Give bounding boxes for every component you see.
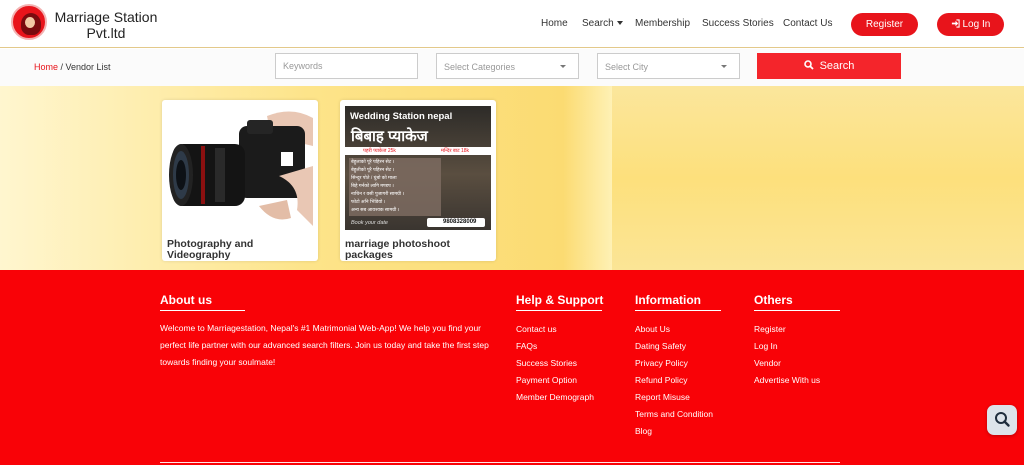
footer-link-blog[interactable]: Blog bbox=[635, 426, 652, 436]
nav-search[interactable]: Search bbox=[582, 18, 623, 29]
footer-link-about[interactable]: About Us bbox=[635, 324, 670, 334]
poster-line: बिहे गर्नको लागि मण्डप । bbox=[351, 184, 394, 189]
footer-link-contact[interactable]: Contact us bbox=[516, 324, 557, 334]
footer-about-text: Welcome to Marriagestation, Nepal's #1 M… bbox=[160, 323, 489, 367]
vendor-card-photography[interactable]: Photography and Videography bbox=[162, 100, 318, 261]
footer-link-safety[interactable]: Dating Safety bbox=[635, 341, 686, 351]
sign-in-icon bbox=[951, 19, 960, 28]
breadcrumb: Home / Vendor List bbox=[34, 62, 111, 72]
poster-brand: Wedding Station nepal bbox=[350, 111, 453, 122]
city-select[interactable]: Select City bbox=[597, 53, 740, 79]
nav-success-stories[interactable]: Success Stories bbox=[702, 18, 774, 29]
categories-placeholder: Select Categories bbox=[444, 62, 516, 72]
chevron-down-icon bbox=[560, 65, 566, 68]
footer-divider bbox=[160, 462, 840, 463]
footer-link-faqs[interactable]: FAQs bbox=[516, 341, 537, 351]
footer-link-success[interactable]: Success Stories bbox=[516, 358, 577, 368]
floating-search-button[interactable] bbox=[987, 405, 1017, 435]
login-label: Log In bbox=[962, 19, 991, 30]
search-button[interactable]: Search bbox=[757, 53, 901, 79]
login-button[interactable]: Log In bbox=[937, 13, 1004, 36]
city-placeholder: Select City bbox=[605, 62, 649, 72]
keywords-input[interactable]: Keywords bbox=[275, 53, 418, 79]
search-button-label: Search bbox=[819, 60, 855, 72]
logo-icon[interactable] bbox=[11, 4, 47, 40]
breadcrumb-separator: / bbox=[58, 62, 66, 72]
footer-link-payment[interactable]: Payment Option bbox=[516, 375, 577, 385]
poster-line: सिन्दुर पोते / धुंबो को माला bbox=[351, 176, 397, 181]
footer-link-login[interactable]: Log In bbox=[754, 341, 778, 351]
brand-line-2: Pvt.ltd bbox=[86, 25, 126, 41]
search-icon bbox=[803, 60, 814, 70]
nav-membership[interactable]: Membership bbox=[635, 18, 690, 29]
poster-price-left: पहरी प्याकेज 25k bbox=[363, 148, 396, 154]
footer-link-demograph[interactable]: Member Demograph bbox=[516, 392, 594, 402]
poster-headline: बिबाह प्याकेज bbox=[351, 128, 428, 145]
divider bbox=[635, 310, 721, 311]
footer-others-title: Others bbox=[754, 293, 793, 307]
poster-line: फोटो अनि भिडियो । bbox=[351, 200, 386, 205]
footer-link-report[interactable]: Report Misuse bbox=[635, 392, 690, 402]
poster-line: अन्य सब आवश्यक सामग्री । bbox=[351, 208, 400, 213]
register-button[interactable]: Register bbox=[851, 13, 918, 36]
footer-about-title: About us bbox=[160, 293, 212, 307]
camera-image[interactable] bbox=[167, 106, 313, 230]
site-header: Marriage Station Pvt.ltd Home Search Mem… bbox=[0, 0, 1024, 48]
footer-link-vendor[interactable]: Vendor bbox=[754, 358, 781, 368]
footer-link-advertise[interactable]: Advertise With us bbox=[754, 375, 820, 385]
poster-phone: 9808328009 bbox=[443, 219, 477, 225]
poster-price-right: मन्दिर बाट 18k bbox=[441, 148, 470, 154]
vendor-card-title[interactable]: marriage photoshoot packages bbox=[345, 239, 496, 261]
camera-illustration bbox=[169, 110, 313, 230]
footer-link-privacy[interactable]: Privacy Policy bbox=[635, 358, 688, 368]
vendor-card-photoshoot[interactable]: Wedding Station nepal बिबाह प्याकेज पहरी… bbox=[340, 100, 496, 261]
site-footer bbox=[0, 270, 1024, 465]
categories-select[interactable]: Select Categories bbox=[436, 53, 579, 79]
divider bbox=[754, 310, 840, 311]
nav-search-label: Search bbox=[582, 18, 614, 29]
background-panel bbox=[612, 86, 1024, 270]
footer-link-refund[interactable]: Refund Policy bbox=[635, 375, 687, 385]
brand-name[interactable]: Marriage Station Pvt.ltd bbox=[51, 9, 161, 41]
poster-image[interactable]: Wedding Station nepal बिबाह प्याकेज पहरी… bbox=[345, 106, 491, 230]
footer-help-title: Help & Support bbox=[516, 293, 604, 307]
poster-line: नाचिन र वसी पुजागरी सामग्री । bbox=[351, 192, 405, 197]
vendor-list-section bbox=[0, 86, 1024, 270]
poster-cta: Book your date bbox=[351, 220, 388, 226]
nav-home[interactable]: Home bbox=[541, 18, 568, 29]
breadcrumb-current: Vendor List bbox=[65, 62, 111, 72]
breadcrumb-home[interactable]: Home bbox=[34, 62, 58, 72]
footer-info-title: Information bbox=[635, 293, 701, 307]
vendor-card-title[interactable]: Photography and Videography bbox=[167, 239, 318, 261]
brand-line-1: Marriage Station bbox=[54, 9, 158, 25]
poster-line: बेहुलीको पूरै पहिरन सेट । bbox=[351, 168, 395, 173]
divider bbox=[160, 310, 245, 311]
poster-line: बेहुलाको पूरै पहिरन सेट । bbox=[351, 160, 395, 165]
chevron-down-icon bbox=[721, 65, 727, 68]
caret-down-icon bbox=[616, 21, 623, 26]
poster-lines: बेहुलाको पूरै पहिरन सेट । बेहुलीको पूरै … bbox=[351, 159, 404, 215]
footer-link-terms[interactable]: Terms and Condition bbox=[635, 409, 713, 419]
nav-contact-us[interactable]: Contact Us bbox=[783, 18, 832, 29]
footer-link-register[interactable]: Register bbox=[754, 324, 786, 334]
search-icon bbox=[995, 412, 1010, 427]
divider bbox=[516, 310, 602, 311]
